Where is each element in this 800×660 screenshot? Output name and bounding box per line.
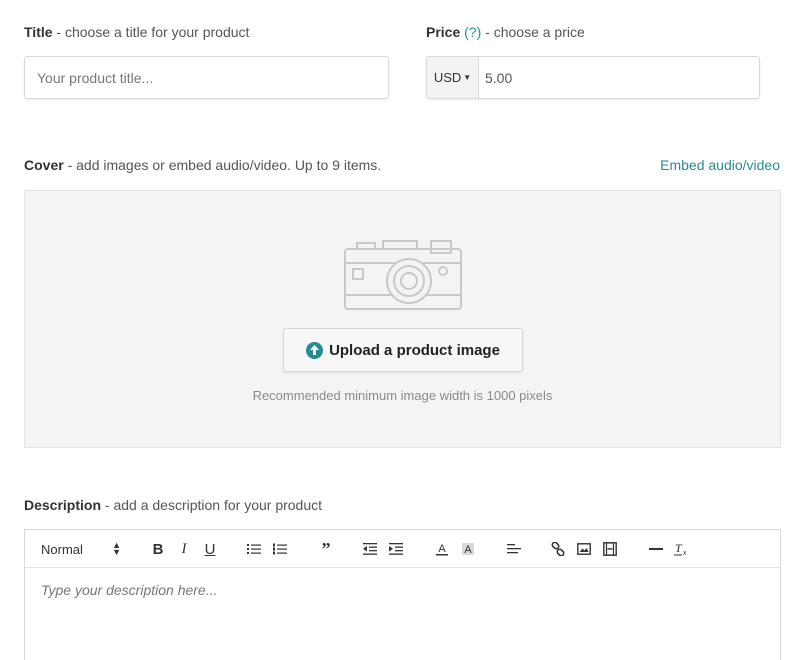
- horizontal-rule-icon[interactable]: [647, 530, 665, 568]
- title-label: Title - choose a title for your product: [24, 24, 249, 40]
- clear-format-icon[interactable]: Tx: [673, 530, 691, 568]
- upload-button-label: Upload a product image: [329, 341, 500, 359]
- format-select[interactable]: Normal ▲ ▼: [41, 530, 121, 568]
- currency-select[interactable]: USD ▼: [427, 57, 479, 98]
- cover-label-hint: - add images or embed audio/video. Up to…: [63, 157, 382, 173]
- svg-text:T: T: [675, 542, 683, 555]
- price-label-bold: Price: [426, 24, 461, 40]
- cover-dropzone[interactable]: Upload a product image Recommended minim…: [24, 190, 781, 448]
- svg-text:A: A: [464, 544, 472, 556]
- price-label-hint: - choose a price: [481, 24, 585, 40]
- description-label-bold: Description: [24, 497, 102, 513]
- align-icon[interactable]: [505, 530, 523, 568]
- cover-label-bold: Cover: [24, 157, 64, 173]
- format-select-value: Normal: [41, 541, 83, 557]
- price-input[interactable]: [479, 57, 759, 98]
- price-help-link[interactable]: (?): [464, 24, 481, 40]
- outdent-icon[interactable]: [361, 530, 379, 568]
- embed-audio-video-link[interactable]: Embed audio/video: [660, 157, 780, 173]
- price-field: USD ▼: [426, 56, 760, 99]
- camera-icon: [344, 240, 462, 310]
- bold-icon[interactable]: B: [149, 530, 167, 568]
- svg-text:x: x: [683, 550, 687, 556]
- cover-label: Cover - add images or embed audio/video.…: [24, 157, 381, 173]
- italic-icon[interactable]: I: [175, 530, 193, 568]
- title-label-hint: - choose a title for your product: [52, 24, 250, 40]
- description-label: Description - add a description for your…: [24, 497, 322, 513]
- upload-arrow-icon: [306, 341, 324, 359]
- editor-toolbar: Normal ▲ ▼ B I U ” A A T x: [25, 530, 780, 568]
- caret-down-icon: ▼: [463, 73, 472, 82]
- svg-text:A: A: [438, 543, 446, 555]
- indent-icon[interactable]: [387, 530, 405, 568]
- description-textarea[interactable]: Type your description here...: [25, 568, 780, 612]
- numbered-list-icon[interactable]: [271, 530, 289, 568]
- image-recommendation-text: Recommended minimum image width is 1000 …: [252, 388, 553, 403]
- description-editor: Normal ▲ ▼ B I U ” A A T x Type your des…: [24, 529, 781, 660]
- image-icon[interactable]: [575, 530, 593, 568]
- upload-product-image-button[interactable]: Upload a product image: [283, 328, 523, 372]
- description-label-hint: - add a description for your product: [101, 497, 323, 513]
- currency-value: USD: [433, 70, 462, 85]
- updown-arrows-icon: ▲ ▼: [112, 540, 121, 557]
- blockquote-icon[interactable]: ”: [317, 530, 335, 568]
- price-label: Price (?) - choose a price: [426, 24, 585, 40]
- bullet-list-icon[interactable]: [245, 530, 263, 568]
- video-icon[interactable]: [601, 530, 619, 568]
- description-placeholder: Type your description here...: [41, 582, 218, 598]
- link-icon[interactable]: [549, 530, 567, 568]
- underline-icon[interactable]: U: [201, 530, 219, 568]
- text-color-icon[interactable]: A: [433, 530, 451, 568]
- background-color-icon[interactable]: A: [459, 530, 477, 568]
- title-input[interactable]: [24, 56, 389, 99]
- title-label-bold: Title: [24, 24, 53, 40]
